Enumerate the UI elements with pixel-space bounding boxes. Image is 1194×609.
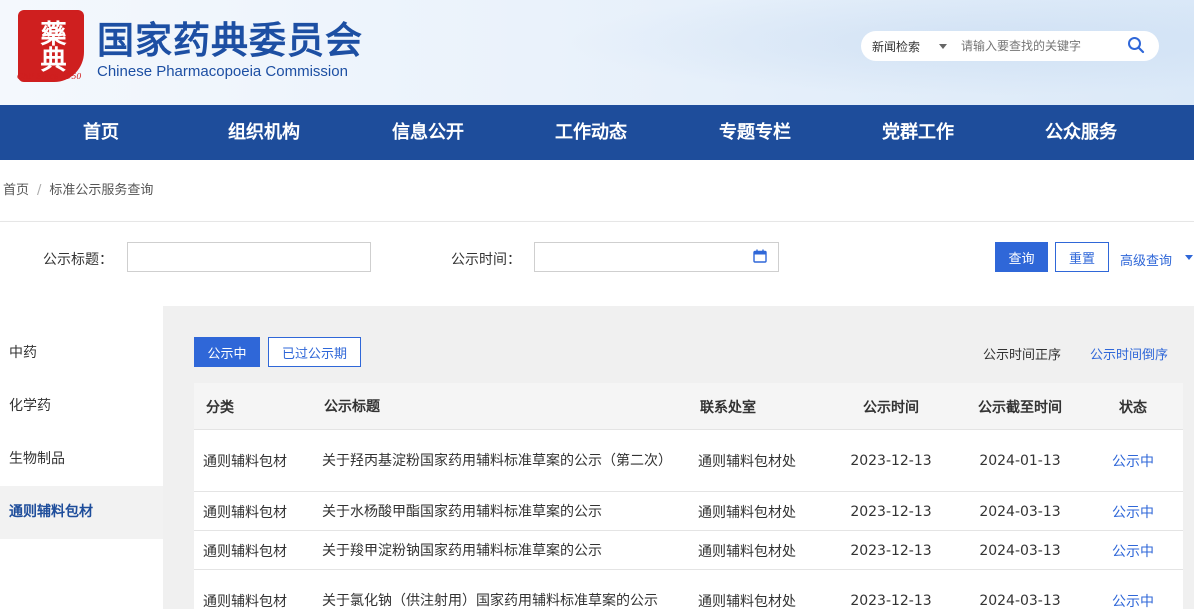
nav-item-work-news[interactable]: 工作动态 (555, 105, 627, 160)
search-scope-select[interactable]: 新闻检索 (861, 38, 927, 55)
main-nav: 首页 组织机构 信息公开 工作动态 专题专栏 党群工作 公众服务 (0, 105, 1194, 160)
search-icon[interactable] (1127, 36, 1145, 54)
tab-expired-notices[interactable]: 已过公示期 (268, 337, 361, 367)
table-header-row: 分类 公示标题 联系处室 公示时间 公示截至时间 状态 (194, 383, 1183, 430)
row-deadline: 2024-03-13 (979, 503, 1061, 520)
query-button[interactable]: 查询 (995, 242, 1048, 272)
calendar-icon[interactable] (753, 249, 767, 263)
time-filter-input[interactable] (534, 242, 779, 272)
row-status[interactable]: 公示中 (1083, 492, 1183, 531)
row-department: 通则辅料包材处 (698, 504, 796, 521)
site-subtitle: Chinese Pharmacopoeia Commission (97, 63, 348, 80)
header-category: 分类 (206, 399, 234, 416)
row-title[interactable]: 关于水杨酸甲酯国家药用辅料标准草案的公示 (322, 492, 677, 531)
row-category: 通则辅料包材 (203, 504, 287, 521)
header-publish-date: 公示时间 (863, 399, 919, 416)
table-row: 通则辅料包材 关于羟丙基淀粉国家药用辅料标准草案的公示（第二次） 通则辅料包材处… (194, 430, 1183, 492)
header-deadline: 公示截至时间 (978, 399, 1062, 416)
table-row: 通则辅料包材 关于羧甲淀粉钠国家药用辅料标准草案的公示 通则辅料包材处 2023… (194, 531, 1183, 570)
sidebar-item-tcm[interactable]: 中药 (0, 327, 163, 380)
row-title[interactable]: 关于氯化钠（供注射用）国家药用辅料标准草案的公示 (322, 570, 677, 609)
row-publish-date: 2023-12-13 (850, 453, 932, 469)
table-row: 通则辅料包材 关于水杨酸甲酯国家药用辅料标准草案的公示 通则辅料包材处 2023… (194, 492, 1183, 531)
table-row: 通则辅料包材 关于氯化钠（供注射用）国家药用辅料标准草案的公示 通则辅料包材处 … (194, 570, 1183, 609)
breadcrumb-current: 标准公示服务查询 (49, 183, 154, 198)
row-publish-date: 2023-12-13 (850, 593, 932, 609)
time-filter-label: 公示时间： (451, 252, 521, 268)
reset-button[interactable]: 重置 (1055, 242, 1109, 272)
row-status[interactable]: 公示中 (1083, 430, 1183, 492)
sidebar-item-chemical-drugs[interactable]: 化学药 (0, 380, 163, 433)
row-deadline: 2024-03-13 (979, 593, 1061, 609)
site-title[interactable]: 国家药典委员会 (97, 10, 363, 64)
nav-item-info-disclosure[interactable]: 信息公开 (392, 105, 464, 160)
row-title[interactable]: 关于羧甲淀粉钠国家药用辅料标准草案的公示 (322, 531, 677, 570)
row-category: 通则辅料包材 (203, 454, 287, 470)
search-box: 新闻检索 (861, 31, 1159, 61)
row-publish-date: 2023-12-13 (850, 542, 932, 559)
sort-ascending-link[interactable]: 公示时间正序 (983, 344, 1061, 363)
row-department: 通则辅料包材处 (698, 594, 796, 609)
breadcrumb-home[interactable]: 首页 (3, 183, 29, 198)
row-status[interactable]: 公示中 (1083, 570, 1183, 609)
header-status: 状态 (1119, 399, 1147, 416)
title-filter-label: 公示标题： (43, 252, 113, 268)
row-status[interactable]: 公示中 (1083, 531, 1183, 570)
nav-item-organization[interactable]: 组织机构 (228, 105, 300, 160)
row-publish-date: 2023-12-13 (850, 503, 932, 520)
row-category: 通则辅料包材 (203, 543, 287, 560)
row-department: 通则辅料包材处 (698, 543, 796, 560)
search-input[interactable] (961, 39, 1121, 53)
row-department: 通则辅料包材处 (698, 454, 796, 470)
filter-panel: 公示标题： 公示时间： 查询 重置 高级查询 (0, 221, 1194, 306)
title-filter-input[interactable] (127, 242, 371, 272)
header-department: 联系处室 (700, 399, 756, 416)
chevron-down-icon[interactable] (939, 43, 947, 49)
content-area: 中药 化学药 生物制品 通则辅料包材 公示中 已过公示期 公示时间正序 公示时间… (0, 306, 1194, 609)
row-category: 通则辅料包材 (203, 594, 287, 609)
seal-glyph: 藥典 (36, 20, 66, 72)
breadcrumb-separator: / (37, 183, 42, 198)
nav-item-home[interactable]: 首页 (83, 105, 119, 160)
sort-descending-link[interactable]: 公示时间倒序 (1090, 344, 1168, 363)
chevron-down-icon[interactable] (1185, 255, 1193, 260)
header-title: 公示标题 (324, 398, 380, 415)
nav-item-party-work[interactable]: 党群工作 (882, 105, 954, 160)
nav-item-special-topics[interactable]: 专题专栏 (719, 105, 791, 160)
site-header: 藥典 ChP Since 1950 国家药典委员会 Chinese Pharma… (0, 0, 1194, 105)
advanced-query-link[interactable]: 高级查询 (1120, 250, 1172, 269)
tab-active-notices[interactable]: 公示中 (194, 337, 260, 367)
sidebar-item-biologics[interactable]: 生物制品 (0, 433, 163, 486)
row-title[interactable]: 关于羟丙基淀粉国家药用辅料标准草案的公示（第二次） (322, 430, 677, 492)
row-deadline: 2024-03-13 (979, 542, 1061, 559)
category-sidebar: 中药 化学药 生物制品 通则辅料包材 (0, 306, 163, 609)
nav-item-public-service[interactable]: 公众服务 (1045, 105, 1117, 160)
sidebar-item-general-excipients[interactable]: 通则辅料包材 (0, 486, 163, 539)
breadcrumb: 首页 / 标准公示服务查询 (3, 179, 153, 198)
logo-since-text: ChP Since 1950 (17, 72, 82, 81)
row-deadline: 2024-01-13 (979, 453, 1061, 469)
